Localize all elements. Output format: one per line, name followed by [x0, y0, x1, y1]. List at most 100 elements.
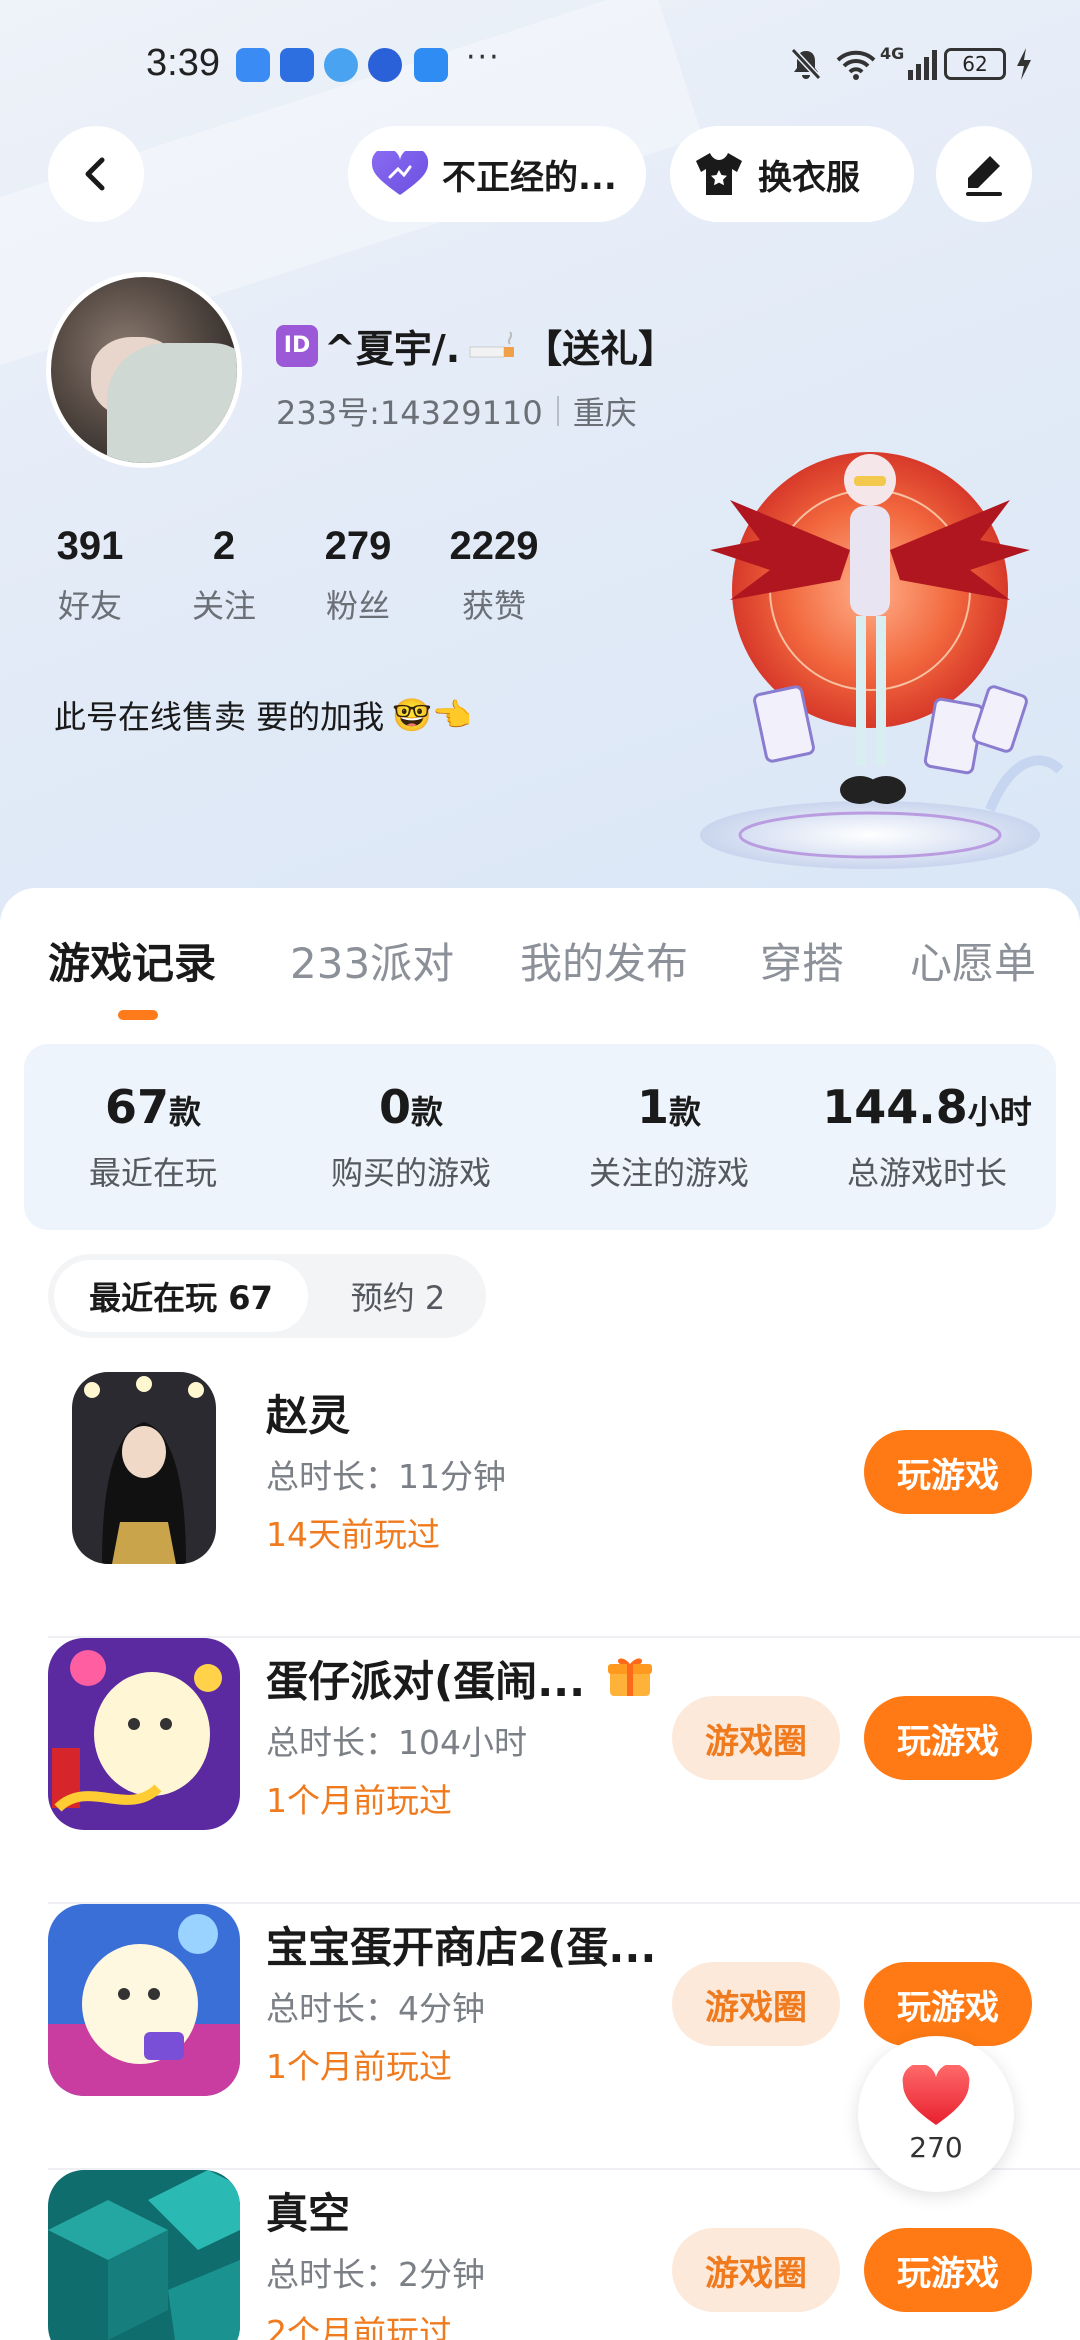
account-meta: 233号:14329110 重庆 [276, 388, 637, 434]
edit-profile-button[interactable] [936, 126, 1032, 222]
segment-recent[interactable]: 最近在玩 67 [54, 1260, 308, 1332]
tab-game-records[interactable]: 游戏记录 [48, 930, 216, 991]
game-icon-baby-egg-shop [48, 1904, 240, 2096]
tab-my-posts[interactable]: 我的发布 [520, 930, 688, 991]
game-circle-button[interactable]: 游戏圈 [672, 2228, 840, 2312]
pen-icon [966, 156, 1002, 196]
game-name: 蛋仔派对(蛋闹... [266, 1657, 586, 1706]
game-icon-zhaoling [72, 1372, 216, 1564]
summary-unit: 款 [169, 1093, 202, 1131]
status-time: 3:39 [146, 42, 220, 84]
summary-followed[interactable]: 1款 关注的游戏 [540, 1080, 798, 1194]
summary-value: 1 [636, 1080, 669, 1134]
list-item[interactable]: 赵灵 总时长：11分钟 14天前玩过 玩游戏 [0, 1372, 1080, 1638]
cloud-app-icon [236, 48, 270, 82]
summary-label: 总游戏时长 [846, 1154, 1007, 1192]
gift-icon[interactable] [606, 1652, 654, 1700]
game-circle-button[interactable]: 游戏圈 [672, 1696, 840, 1780]
stat-value: 2229 [449, 524, 539, 568]
bulb-app-icon [280, 48, 314, 82]
stat-label: 获赞 [461, 587, 526, 625]
game-circle-button[interactable]: 游戏圈 [672, 1962, 840, 2046]
like-button[interactable]: 270 [858, 2036, 1014, 2192]
location: 重庆 [572, 394, 637, 432]
avatar[interactable] [46, 272, 242, 468]
heart-icon [902, 2064, 970, 2125]
avatar-character-art[interactable] [690, 440, 1070, 880]
stat-value: 391 [56, 524, 124, 568]
stat-label: 好友 [57, 587, 122, 625]
globe-app-icon [324, 48, 358, 82]
nickname-suffix: 【送礼】 [524, 327, 677, 371]
like-count: 270 [909, 2130, 963, 2164]
summary-playtime[interactable]: 144.8小时 总游戏时长 [798, 1080, 1056, 1194]
tab-outfits[interactable]: 穿搭 [760, 930, 844, 991]
list-filter-segment: 最近在玩 67 预约 2 [48, 1254, 486, 1338]
summary-recent[interactable]: 67款 最近在玩 [24, 1080, 282, 1194]
status-indicators: 4G [788, 44, 942, 84]
paw-app-icon [368, 48, 402, 82]
network-type: 4G [880, 44, 905, 63]
play-game-button[interactable]: 玩游戏 [864, 1430, 1032, 1514]
change-outfit-button[interactable]: 换衣服 [670, 126, 914, 222]
account-id[interactable]: 233号:14329110 [276, 388, 543, 434]
summary-purchased[interactable]: 0款 购买的游戏 [282, 1080, 540, 1194]
summary-value: 144.8 [822, 1080, 968, 1134]
charging-icon [1017, 48, 1031, 80]
list-item[interactable]: 真空 总时长：2分钟 2个月前玩过 游戏圈 玩游戏 [0, 2170, 1080, 2340]
game-last-played: 2个月前玩过 [266, 2313, 452, 2340]
game-duration: 总时长：104小时 [266, 1723, 527, 1762]
tab-wishlist[interactable]: 心愿单 [910, 930, 1036, 991]
list-item[interactable]: 蛋仔派对(蛋闹... 总时长：104小时 1个月前玩过 游戏圈 玩游戏 [0, 1638, 1080, 1904]
summary-value: 0 [378, 1080, 411, 1134]
play-game-button[interactable]: 玩游戏 [864, 1962, 1032, 2046]
game-duration: 总时长：4分钟 [266, 1989, 485, 2028]
summary-unit: 款 [411, 1093, 444, 1131]
status-bar: 3:39 ··· 4G 62 [0, 0, 1080, 130]
meta-divider [556, 396, 559, 426]
game-name: 真空 [266, 2189, 351, 2238]
change-outfit-label: 换衣服 [758, 157, 860, 198]
stat-friends[interactable]: 391 好友 [42, 524, 138, 627]
summary-label: 最近在玩 [88, 1154, 217, 1192]
stat-fans[interactable]: 279 粉丝 [310, 524, 406, 627]
game-icon-eggy-party [48, 1638, 240, 1830]
stat-value: 279 [324, 524, 392, 568]
summary-unit: 小时 [967, 1093, 1032, 1131]
back-button[interactable] [48, 126, 144, 222]
weather-app-icon [414, 48, 448, 82]
heart-icon [371, 151, 429, 195]
signal-icon [908, 50, 938, 80]
active-tab-indicator [118, 1010, 158, 1020]
cigarette-icon [469, 330, 515, 357]
tab-233-party[interactable]: 233派对 [290, 930, 454, 991]
bio-text: 此号在线售卖 要的加我 [54, 698, 385, 736]
wifi-icon [836, 50, 876, 80]
play-game-button[interactable]: 玩游戏 [864, 2228, 1032, 2312]
summary-unit: 款 [669, 1093, 702, 1131]
battery-icon: 62 [944, 48, 1006, 80]
stat-likes[interactable]: 2229 获赞 [438, 524, 550, 627]
game-last-played: 1个月前玩过 [266, 2047, 452, 2086]
chevron-left-icon [85, 157, 105, 191]
summary-value: 67 [104, 1080, 169, 1134]
stat-label: 关注 [191, 587, 256, 625]
nickname: ID ^夏宇/. 【送礼】 [276, 318, 676, 373]
play-game-button[interactable]: 玩游戏 [864, 1696, 1032, 1780]
mute-icon [790, 47, 822, 81]
game-icon-vacuum [48, 2170, 240, 2340]
stat-label: 粉丝 [325, 587, 390, 625]
summary-label: 购买的游戏 [330, 1154, 491, 1192]
stat-following[interactable]: 2 关注 [176, 524, 272, 627]
tshirt-icon [696, 153, 742, 195]
game-name: 赵灵 [266, 1391, 351, 1440]
game-last-played: 14天前玩过 [266, 1515, 440, 1554]
game-name: 宝宝蛋开商店2(蛋... [266, 1923, 657, 1972]
game-last-played: 1个月前玩过 [266, 1781, 452, 1820]
bio-emoji: 🤓👈 [392, 696, 472, 734]
bio: 此号在线售卖 要的加我 🤓👈 [54, 692, 472, 738]
game-duration: 总时长：11分钟 [266, 1457, 506, 1496]
more-notifications-icon: ··· [466, 40, 501, 75]
segment-reserve[interactable]: 预约 2 [328, 1260, 468, 1332]
relationship-pill-button[interactable]: 不正经的... [348, 126, 646, 222]
